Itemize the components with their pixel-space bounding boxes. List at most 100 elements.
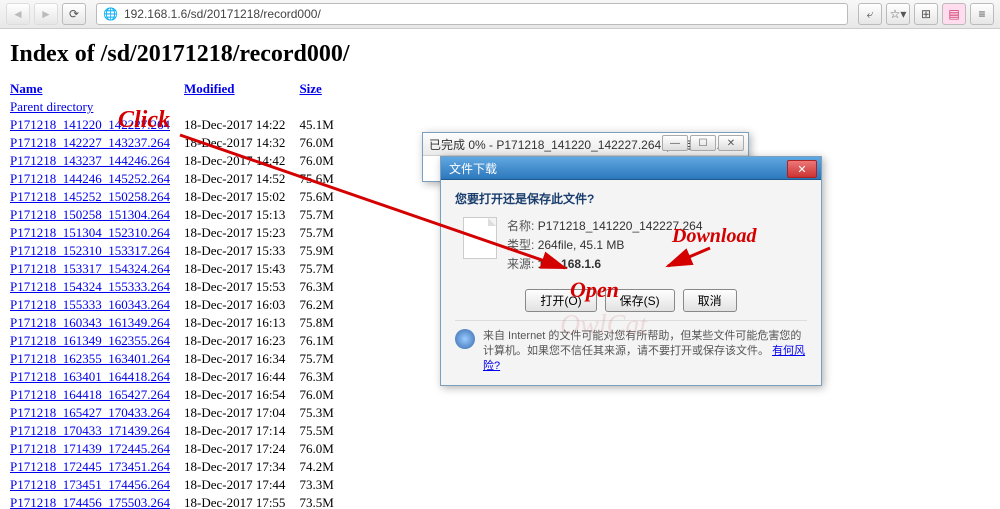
cell-modified: 18-Dec-2017 14:42	[184, 152, 299, 170]
file-name: P171218_141220_142227.264	[538, 219, 703, 233]
file-link[interactable]: P171218_141220_142227.264	[10, 117, 170, 132]
cell-size: 75.7M	[299, 260, 347, 278]
cell-modified: 18-Dec-2017 14:22	[184, 116, 299, 134]
cell-size: 45.1M	[299, 116, 347, 134]
file-link[interactable]: P171218_144246_145252.264	[10, 171, 170, 186]
table-row: P171218_162355_163401.264 18-Dec-2017 16:…	[10, 350, 348, 368]
cell-modified: 18-Dec-2017 15:23	[184, 224, 299, 242]
file-link[interactable]: P171218_151304_152310.264	[10, 225, 170, 240]
label-type: 类型:	[507, 238, 534, 252]
cell-modified: 18-Dec-2017 17:04	[184, 404, 299, 422]
cell-modified: 18-Dec-2017 16:54	[184, 386, 299, 404]
cell-size: 75.9M	[299, 242, 347, 260]
table-row: P171218_143237_144246.264 18-Dec-2017 14:…	[10, 152, 348, 170]
refresh2-button[interactable]: ⤶	[858, 3, 882, 25]
file-link[interactable]: P171218_172445_173451.264	[10, 459, 170, 474]
table-row: P171218_153317_154324.26418-Dec-2017 15:…	[10, 260, 348, 278]
dialog-close-button[interactable]: ✕	[787, 160, 817, 178]
file-link[interactable]: P171218_153317_154324.264	[10, 261, 170, 276]
file-link[interactable]: P171218_171439_172445.264	[10, 441, 170, 456]
parent-dir-link[interactable]: Parent directory	[10, 99, 93, 114]
table-row: P171218_141220_142227.264 18-Dec-2017 14:…	[10, 116, 348, 134]
cell-size: 76.0M	[299, 386, 347, 404]
file-link[interactable]: P171218_154324_155333.264	[10, 279, 170, 294]
file-link[interactable]: P171218_145252_150258.264	[10, 189, 170, 204]
file-link[interactable]: P171218_162355_163401.264	[10, 351, 170, 366]
file-link[interactable]: P171218_142227_143237.264	[10, 135, 170, 150]
directory-table: Name Modified Size Parent directory P171…	[10, 80, 348, 509]
cell-modified: 18-Dec-2017 16:03	[184, 296, 299, 314]
table-row: P171218_161349_162355.264 18-Dec-2017 16:…	[10, 332, 348, 350]
open-button[interactable]: 打开(O)	[525, 289, 596, 312]
cell-modified: 18-Dec-2017 17:55	[184, 494, 299, 509]
bookmark-button[interactable]: ☆▾	[886, 3, 910, 25]
table-row: P171218_154324_155333.26418-Dec-2017 15:…	[10, 278, 348, 296]
globe-icon: 🌐	[103, 7, 118, 21]
col-name[interactable]: Name	[10, 81, 43, 96]
table-row: P171218_171439_172445.264 18-Dec-2017 17:…	[10, 440, 348, 458]
table-row: P171218_144246_145252.26418-Dec-2017 14:…	[10, 170, 348, 188]
table-row: P171218_170433_171439.26418-Dec-2017 17:…	[10, 422, 348, 440]
file-link[interactable]: P171218_164418_165427.264	[10, 387, 170, 402]
cell-size: 75.3M	[299, 404, 347, 422]
col-modified[interactable]: Modified	[184, 81, 235, 96]
file-link[interactable]: P171218_163401_164418.264	[10, 369, 170, 384]
table-row: P171218_145252_150258.264 18-Dec-2017 15:…	[10, 188, 348, 206]
download-dialog: 文件下载 ✕ 您要打开还是保存此文件? 名称: P171218_141220_1…	[440, 156, 822, 386]
cell-size: 75.7M	[299, 206, 347, 224]
cell-modified: 18-Dec-2017 16:23	[184, 332, 299, 350]
cell-modified: 18-Dec-2017 16:44	[184, 368, 299, 386]
close-button[interactable]: ✕	[718, 135, 744, 151]
file-link[interactable]: P171218_152310_153317.264	[10, 243, 170, 258]
shield-icon	[455, 329, 475, 349]
back-button[interactable]: ◄	[6, 3, 30, 25]
file-link[interactable]: P171218_173451_174456.264	[10, 477, 170, 492]
minimize-button[interactable]: —	[662, 135, 688, 151]
apps-button[interactable]: ⊞	[914, 3, 938, 25]
cell-size: 76.0M	[299, 440, 347, 458]
table-row: P171218_164418_165427.264 18-Dec-2017 16:…	[10, 386, 348, 404]
table-row: P171218_172445_173451.264 18-Dec-2017 17:…	[10, 458, 348, 476]
cell-modified: 18-Dec-2017 15:33	[184, 242, 299, 260]
cell-modified: 18-Dec-2017 14:32	[184, 134, 299, 152]
file-link[interactable]: P171218_161349_162355.264	[10, 333, 170, 348]
address-bar[interactable]: 🌐 192.168.1.6/sd/20171218/record000/	[96, 3, 848, 25]
warning-text: 来自 Internet 的文件可能对您有所帮助，但某些文件可能危害您的计算机。如…	[483, 329, 807, 375]
file-link[interactable]: P171218_170433_171439.264	[10, 423, 170, 438]
table-row: P171218_155333_160343.264 18-Dec-2017 16:…	[10, 296, 348, 314]
share-button[interactable]: ▤	[942, 3, 966, 25]
file-link[interactable]: P171218_160343_161349.264	[10, 315, 170, 330]
cell-size: 76.3M	[299, 368, 347, 386]
cell-size: 73.5M	[299, 494, 347, 509]
col-size[interactable]: Size	[299, 81, 321, 96]
file-link[interactable]: P171218_143237_144246.264	[10, 153, 170, 168]
cell-size: 76.3M	[299, 278, 347, 296]
menu-button[interactable]: ≡	[970, 3, 994, 25]
cell-modified: 18-Dec-2017 16:34	[184, 350, 299, 368]
table-row: P171218_165427_170433.264 18-Dec-2017 17:…	[10, 404, 348, 422]
cell-size: 76.2M	[299, 296, 347, 314]
browser-toolbar: ◄ ► ⟳ 🌐 192.168.1.6/sd/20171218/record00…	[0, 0, 1000, 29]
file-type: 264file, 45.1 MB	[538, 238, 625, 252]
table-row: P171218_150258_151304.26418-Dec-2017 15:…	[10, 206, 348, 224]
forward-button[interactable]: ►	[34, 3, 58, 25]
maximize-button[interactable]: ☐	[690, 135, 716, 151]
cell-modified: 18-Dec-2017 17:24	[184, 440, 299, 458]
cell-size: 75.8M	[299, 314, 347, 332]
cell-modified: 18-Dec-2017 16:13	[184, 314, 299, 332]
file-link[interactable]: P171218_150258_151304.264	[10, 207, 170, 222]
cell-modified: 18-Dec-2017 15:02	[184, 188, 299, 206]
cell-size: 76.1M	[299, 332, 347, 350]
label-name: 名称:	[507, 219, 534, 233]
file-link[interactable]: P171218_155333_160343.264	[10, 297, 170, 312]
cancel-button[interactable]: 取消	[683, 289, 737, 312]
cell-size: 76.0M	[299, 152, 347, 170]
cell-modified: 18-Dec-2017 17:34	[184, 458, 299, 476]
cell-size: 75.7M	[299, 224, 347, 242]
file-link[interactable]: P171218_174456_175503.264	[10, 495, 170, 509]
file-link[interactable]: P171218_165427_170433.264	[10, 405, 170, 420]
label-source: 来源:	[507, 257, 534, 271]
reload-button[interactable]: ⟳	[62, 3, 86, 25]
cell-size: 75.6M	[299, 188, 347, 206]
save-button[interactable]: 保存(S)	[605, 289, 675, 312]
